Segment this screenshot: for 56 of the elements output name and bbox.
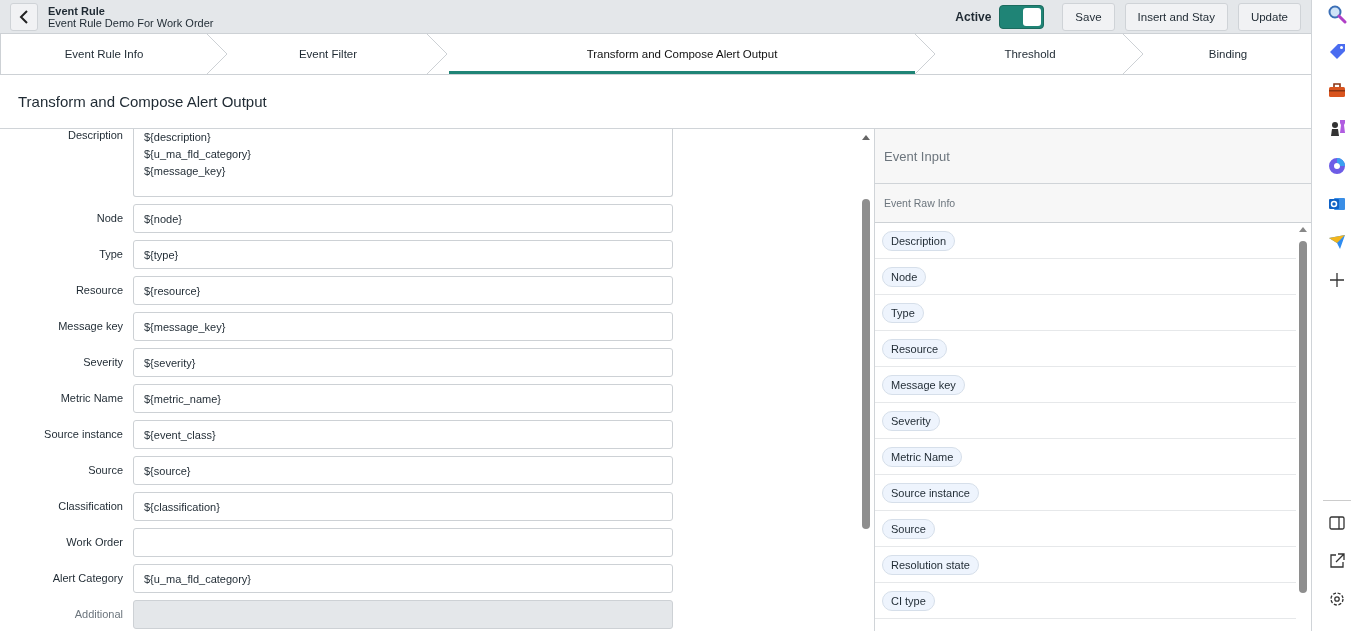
back-button[interactable] xyxy=(10,2,38,31)
field-label: Work Order xyxy=(65,535,123,548)
form-button[interactable]: Update xyxy=(1237,2,1301,31)
field-label: Source instance xyxy=(43,427,123,440)
field-label: Node xyxy=(95,211,123,224)
input-field[interactable]: ${event_class} xyxy=(133,420,673,449)
active-label: Active xyxy=(955,9,992,24)
field-label: Type xyxy=(98,247,123,260)
field-label: Alert Category xyxy=(51,571,123,584)
section-title: Transform and Compose Alert Output xyxy=(18,93,267,110)
ring-logo-icon[interactable] xyxy=(1327,156,1347,176)
active-toggle[interactable] xyxy=(999,4,1045,29)
field-label: Severity xyxy=(82,355,123,368)
input-field[interactable]: ${resource} xyxy=(133,276,673,305)
field-chip[interactable]: Source instance xyxy=(882,482,979,503)
panel-subtitle: Event Raw Info xyxy=(884,197,956,209)
scrollbar-thumb[interactable] xyxy=(1299,241,1307,593)
record-name: Event Rule Demo For Work Order xyxy=(48,16,215,29)
field-chip[interactable]: Severity xyxy=(882,410,940,431)
plus-icon[interactable] xyxy=(1327,270,1347,290)
field-chip[interactable]: Node xyxy=(882,266,927,287)
scrollbar-thumb[interactable] xyxy=(862,199,870,529)
field-label: Metric Name xyxy=(59,391,123,404)
input-field[interactable]: ${severity} xyxy=(133,348,673,377)
field-label: Classification xyxy=(57,499,123,512)
text-area[interactable]: ${description} ${u_ma_fld_category} ${message_key} xyxy=(133,129,673,197)
field-chip[interactable]: Message key xyxy=(882,374,965,395)
input-field[interactable]: ${u_ma_fld_category} xyxy=(133,564,673,593)
field-label: Resource xyxy=(74,283,123,296)
input-field[interactable]: ${message_key} xyxy=(133,312,673,341)
field-chip[interactable]: Resolution state xyxy=(882,554,979,575)
field-chip[interactable]: Source xyxy=(882,518,935,539)
chevron-left-icon xyxy=(19,9,29,24)
field-chip[interactable]: Resource xyxy=(882,338,948,359)
form-title: Event Rule xyxy=(48,4,106,17)
input-field[interactable]: ${source} xyxy=(133,456,673,485)
field-label: Description xyxy=(66,129,123,141)
sidebar-panel-icon[interactable] xyxy=(1327,513,1347,533)
field-chip[interactable]: Metric Name xyxy=(882,446,963,467)
panel-title: Event Input xyxy=(884,148,950,164)
input-field[interactable]: ${metric_name} xyxy=(133,384,673,413)
form-button[interactable]: Save xyxy=(1062,2,1115,31)
field-chip[interactable]: CI type xyxy=(882,590,935,611)
field-label: Message key xyxy=(57,319,123,332)
field-chip[interactable]: Type xyxy=(882,302,924,323)
form-button[interactable]: Insert and Stay xyxy=(1124,2,1228,31)
search-icon[interactable] xyxy=(1327,4,1347,24)
toolbox-icon[interactable] xyxy=(1327,80,1347,100)
input-field[interactable]: ${node} xyxy=(133,204,673,233)
field-label: Source xyxy=(87,463,123,476)
field-chip[interactable]: Description xyxy=(882,230,956,251)
field-label: Additional xyxy=(73,607,123,620)
external-link-icon[interactable] xyxy=(1327,551,1347,571)
input-field[interactable]: ${classification} xyxy=(133,492,673,521)
input-field[interactable] xyxy=(133,528,673,557)
input-field[interactable]: ${type} xyxy=(133,240,673,269)
